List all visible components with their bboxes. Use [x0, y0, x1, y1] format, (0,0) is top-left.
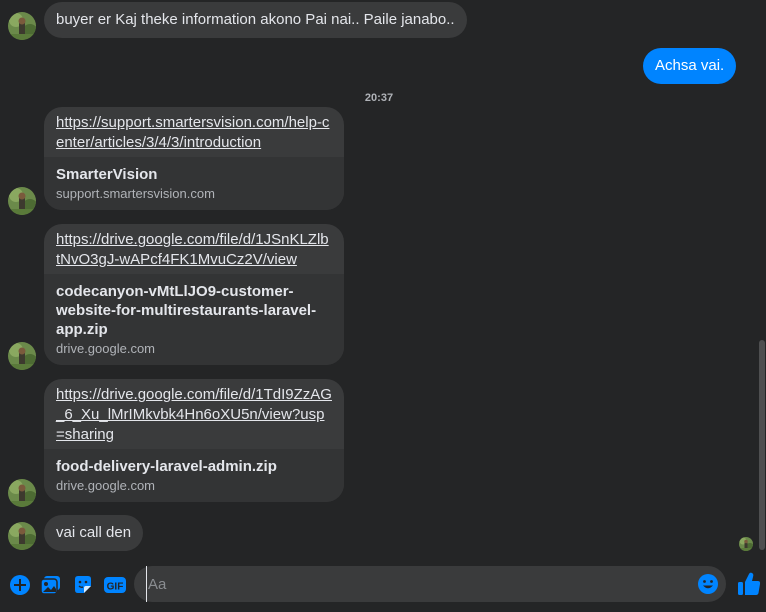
link-preview[interactable]: food-delivery-laravel-admin.zip drive.go…	[44, 449, 344, 502]
link-preview-domain: drive.google.com	[56, 341, 155, 356]
plus-circle-icon[interactable]	[8, 573, 32, 597]
thumbs-up-icon[interactable]	[737, 571, 761, 597]
message-input-wrapper	[134, 566, 726, 602]
link-url[interactable]: https://drive.google.com/file/d/1JSnKLZl…	[44, 224, 344, 274]
avatar[interactable]	[8, 342, 36, 370]
message-timestamp: 20:37	[364, 92, 394, 104]
avatar[interactable]	[8, 187, 36, 215]
message-bubble-incoming: vai call den	[44, 515, 144, 551]
link-preview[interactable]: SmarterVision support.smartersvision.com	[44, 157, 344, 210]
link-preview-title: food-delivery-laravel-admin.zip	[56, 458, 277, 475]
link-preview-card[interactable]: https://support.smartersvision.com/help-…	[44, 107, 344, 210]
avatar[interactable]	[8, 12, 36, 40]
link-preview-title: SmarterVision	[56, 166, 158, 183]
message-composer: GIF	[0, 560, 766, 612]
message-input[interactable]	[146, 566, 686, 602]
gif-icon[interactable]: GIF	[103, 573, 127, 597]
avatar[interactable]	[8, 522, 36, 550]
link-preview-card[interactable]: https://drive.google.com/file/d/1JSnKLZl…	[44, 224, 344, 365]
photo-icon[interactable]	[39, 573, 63, 597]
sticker-icon[interactable]	[71, 573, 95, 597]
scrollbar-thumb[interactable]	[759, 340, 765, 550]
svg-text:GIF: GIF	[107, 582, 124, 593]
link-preview-title: codecanyon-vMtLlJO9-customer-website-for…	[56, 283, 317, 338]
link-preview-card[interactable]: https://drive.google.com/file/d/1TdI9ZzA…	[44, 379, 344, 502]
read-receipt-avatar	[739, 537, 753, 551]
link-url[interactable]: https://drive.google.com/file/d/1TdI9ZzA…	[44, 379, 344, 449]
link-preview-domain: support.smartersvision.com	[56, 186, 215, 201]
emoji-icon[interactable]	[697, 573, 719, 595]
message-bubble-outgoing: Achsa vai.	[643, 48, 737, 84]
link-url[interactable]: https://support.smartersvision.com/help-…	[44, 107, 344, 157]
link-preview-domain: drive.google.com	[56, 478, 155, 493]
message-bubble-incoming: buyer er Kaj theke information akono Pai…	[44, 2, 467, 38]
avatar[interactable]	[8, 479, 36, 507]
link-preview[interactable]: codecanyon-vMtLlJO9-customer-website-for…	[44, 274, 344, 365]
